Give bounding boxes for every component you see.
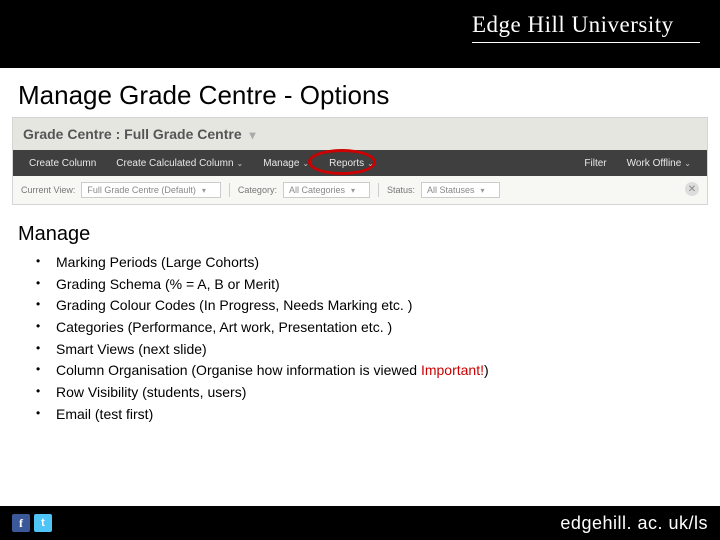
list-item: Row Visibility (students, users) [42,382,696,404]
important-highlight: Important! [421,362,484,378]
university-logo: Edge Hill University [472,12,700,43]
logo-rule [472,42,700,43]
chevron-down-icon: ⌄ [684,159,691,168]
footer-url: edgehill. ac. uk/ls [560,513,708,534]
list-item: Grading Schema (% = A, B or Merit) [42,274,696,296]
slide: Edge Hill University Manage Grade Centre… [0,0,720,540]
status-select[interactable]: All Statuses [421,182,500,198]
header-bar: Edge Hill University [0,0,720,68]
grade-centre-screenshot: Grade Centre : Full Grade Centre ▾ Creat… [12,117,708,205]
divider [378,183,379,197]
slide-title: Manage Grade Centre - Options [0,68,720,117]
footer-bar: f t edgehill. ac. uk/ls [0,506,720,540]
chevron-down-icon: ⌄ [302,159,309,168]
facebook-icon[interactable]: f [12,514,30,532]
twitter-icon[interactable]: t [34,514,52,532]
grade-centre-heading-text: Grade Centre : Full Grade Centre [23,126,242,142]
list-item: Grading Colour Codes (In Progress, Needs… [42,295,696,317]
social-icons: f t [12,514,52,532]
grade-centre-heading: Grade Centre : Full Grade Centre ▾ [13,118,707,150]
close-icon[interactable]: ✕ [685,182,699,196]
current-view-label: Current View: [21,185,75,195]
chevron-down-icon: ⌄ [237,159,244,168]
divider [229,183,230,197]
list-item: Marking Periods (Large Cohorts) [42,252,696,274]
manage-button[interactable]: Manage⌄ [253,158,319,169]
current-view-select[interactable]: Full Grade Centre (Default) [81,182,221,198]
filter-button[interactable]: Filter [574,158,616,169]
list-item: Column Organisation (Organise how inform… [42,360,696,382]
list-item: Smart Views (next slide) [42,339,696,361]
category-label: Category: [238,185,277,195]
create-column-button[interactable]: Create Column [19,158,106,169]
section-heading: Manage [0,215,720,250]
reports-button[interactable]: Reports⌄ [319,158,384,169]
chevron-down-icon: ⌄ [367,159,374,168]
filter-row: Current View: Full Grade Centre (Default… [13,176,707,204]
work-offline-button[interactable]: Work Offline⌄ [617,158,701,169]
list-item: Categories (Performance, Art work, Prese… [42,317,696,339]
bullet-list: Marking Periods (Large Cohorts) Grading … [0,250,720,426]
university-name: Edge Hill University [472,12,700,38]
chevron-down-icon: ▾ [250,128,256,142]
create-calculated-column-button[interactable]: Create Calculated Column⌄ [106,158,253,169]
status-label: Status: [387,185,415,195]
grade-centre-menubar: Create Column Create Calculated Column⌄ … [13,150,707,176]
category-select[interactable]: All Categories [283,182,370,198]
list-item: Email (test first) [42,404,696,426]
